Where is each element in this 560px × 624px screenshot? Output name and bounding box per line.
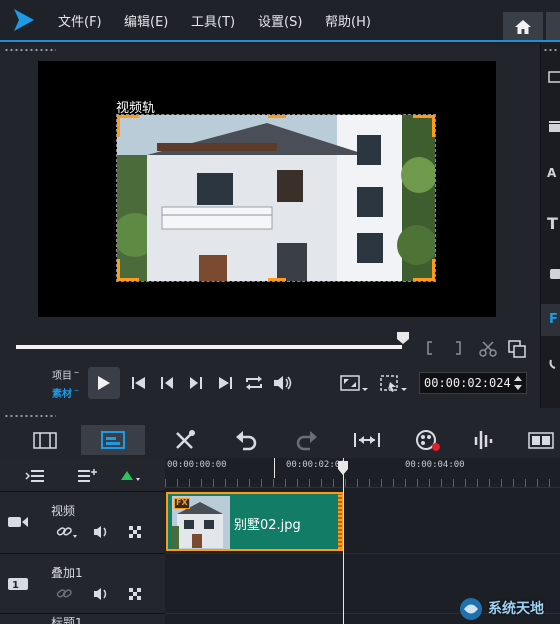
menu-bar: 文件(F) 编辑(E) 工具(T) 设置(S) 帮助(H) bbox=[0, 0, 560, 42]
clip-dash: – bbox=[74, 385, 79, 396]
track-name: 视频 bbox=[51, 504, 76, 518]
watermark-text: 系统天地 bbox=[488, 601, 544, 617]
menu-settings[interactable]: 设置(S) bbox=[258, 11, 302, 30]
villa-picture bbox=[117, 115, 435, 281]
crop-handle-top-left[interactable] bbox=[117, 115, 139, 137]
go-to-start-icon[interactable] bbox=[131, 376, 147, 390]
overlay-track-icon: 1 bbox=[8, 578, 28, 591]
link-icon[interactable] bbox=[56, 587, 72, 601]
scrub-bar[interactable] bbox=[16, 345, 402, 349]
timeline-ruler[interactable]: 00:00:00:00 00:00:02:00 00:00:04:00 bbox=[165, 458, 560, 488]
project-mode-label[interactable]: 项目 bbox=[52, 367, 72, 382]
transition-icon[interactable]: A bbox=[547, 166, 560, 180]
svg-text:1: 1 bbox=[12, 580, 19, 591]
record-capture-icon[interactable] bbox=[413, 425, 443, 455]
mark-in-out-icon[interactable] bbox=[424, 340, 464, 356]
ruler-ticks bbox=[165, 479, 560, 487]
track-headers: 视频 1 叠加1 标题1 bbox=[0, 458, 165, 624]
fx-badge[interactable]: FX bbox=[174, 498, 190, 509]
filter-icon: F bbox=[549, 312, 558, 327]
enlarge-preview-icon[interactable] bbox=[508, 340, 526, 358]
timeline-view-icon bbox=[101, 431, 125, 449]
path-icon[interactable] bbox=[547, 358, 560, 372]
ripple-icon[interactable] bbox=[128, 587, 142, 601]
menu-file[interactable]: 文件(F) bbox=[58, 11, 102, 30]
panel-tab[interactable] bbox=[546, 12, 560, 42]
home-button[interactable] bbox=[503, 12, 543, 42]
track-separator bbox=[165, 553, 560, 554]
timeline-area: 视频 1 叠加1 标题1 00:00:00:00 00:00:02:00 00:… bbox=[0, 458, 560, 624]
go-to-end-icon[interactable] bbox=[217, 376, 233, 390]
menu-accent-line bbox=[0, 40, 560, 42]
tools-icon[interactable] bbox=[170, 425, 200, 455]
media-library-icon[interactable] bbox=[547, 70, 560, 84]
instant-project-icon[interactable] bbox=[547, 120, 560, 134]
track-name: 标题1 bbox=[51, 616, 83, 624]
link-icon[interactable] bbox=[56, 525, 78, 539]
scrub-handle[interactable] bbox=[396, 331, 410, 345]
crop-handle-top[interactable] bbox=[268, 115, 286, 118]
strip-grip[interactable] bbox=[543, 48, 559, 52]
track-video[interactable]: 视频 bbox=[0, 491, 165, 553]
filter-tab-selected[interactable]: F bbox=[541, 304, 560, 336]
timecode-spinner[interactable] bbox=[512, 374, 524, 392]
fx-badge-label: FX bbox=[176, 498, 188, 507]
track-title[interactable]: 标题1 bbox=[0, 613, 165, 624]
app-logo-icon[interactable] bbox=[10, 7, 36, 33]
undo-icon[interactable] bbox=[233, 425, 259, 455]
preview-window[interactable]: 视频轨 bbox=[38, 61, 496, 317]
add-track-icon[interactable] bbox=[76, 468, 98, 484]
video-track-icon bbox=[8, 517, 28, 527]
clip-name: 别墅02.jpg bbox=[234, 518, 301, 533]
ruler-tick-label: 00:00:04:00 bbox=[405, 460, 465, 470]
menu-edit[interactable]: 编辑(E) bbox=[124, 11, 168, 30]
menu-tools[interactable]: 工具(T) bbox=[191, 11, 235, 30]
aspect-ratio-icon[interactable] bbox=[340, 375, 370, 393]
crop-handle-bottom-left[interactable] bbox=[117, 259, 139, 281]
clip-trim-handle[interactable] bbox=[338, 494, 342, 549]
ruler-tick-label: 00:00:00:00 bbox=[167, 460, 227, 470]
ripple-icon[interactable] bbox=[128, 525, 142, 539]
mute-icon[interactable] bbox=[93, 587, 111, 601]
timeline-clip[interactable]: FX 别墅02.jpg bbox=[166, 492, 344, 551]
timeline-toolbar bbox=[0, 408, 560, 458]
player-panel: 视频轨 项目 – 素材 – 00:00:02:024 bbox=[0, 44, 540, 408]
home-icon bbox=[515, 20, 531, 34]
project-dash: – bbox=[74, 367, 79, 378]
redo-icon[interactable] bbox=[294, 425, 320, 455]
library-strip: A T F bbox=[540, 44, 560, 408]
graphics-icon[interactable] bbox=[547, 266, 560, 280]
sound-mixer-icon[interactable] bbox=[470, 425, 500, 455]
play-icon bbox=[98, 376, 110, 390]
storyboard-view-icon[interactable] bbox=[31, 425, 59, 455]
clip-mode-label[interactable]: 素材 bbox=[52, 385, 72, 400]
play-button[interactable] bbox=[88, 367, 120, 399]
next-frame-icon[interactable] bbox=[187, 376, 203, 390]
title-icon[interactable]: T bbox=[547, 214, 560, 233]
panel-grip[interactable] bbox=[4, 48, 56, 52]
crop-handle-bottom[interactable] bbox=[268, 278, 286, 281]
fit-project-icon[interactable] bbox=[352, 425, 382, 455]
track-name: 叠加1 bbox=[51, 566, 83, 580]
mute-icon[interactable] bbox=[93, 525, 111, 539]
track-overlay[interactable]: 1 叠加1 bbox=[0, 553, 165, 613]
marker-dropdown-icon[interactable] bbox=[118, 468, 142, 484]
crop-handle-top-right[interactable] bbox=[413, 115, 435, 137]
crop-handle-bottom-right[interactable] bbox=[413, 259, 435, 281]
track-manager-icon[interactable] bbox=[24, 468, 46, 484]
chapter-icon[interactable] bbox=[527, 425, 555, 455]
watermark-logo bbox=[460, 598, 482, 620]
volume-icon[interactable] bbox=[273, 375, 293, 391]
playhead-line[interactable] bbox=[343, 458, 344, 624]
timeline-grip[interactable] bbox=[4, 414, 56, 418]
timeline-view-button[interactable] bbox=[81, 425, 145, 455]
smart-proxy-icon[interactable] bbox=[380, 375, 410, 393]
timecode-field[interactable]: 00:00:02:024 bbox=[419, 372, 527, 394]
menu-help[interactable]: 帮助(H) bbox=[325, 11, 371, 30]
previous-frame-icon[interactable] bbox=[160, 376, 176, 390]
preview-image[interactable] bbox=[116, 114, 436, 282]
scissors-icon[interactable] bbox=[479, 341, 497, 357]
ruler-marker bbox=[274, 458, 275, 478]
repeat-icon[interactable] bbox=[244, 375, 264, 391]
